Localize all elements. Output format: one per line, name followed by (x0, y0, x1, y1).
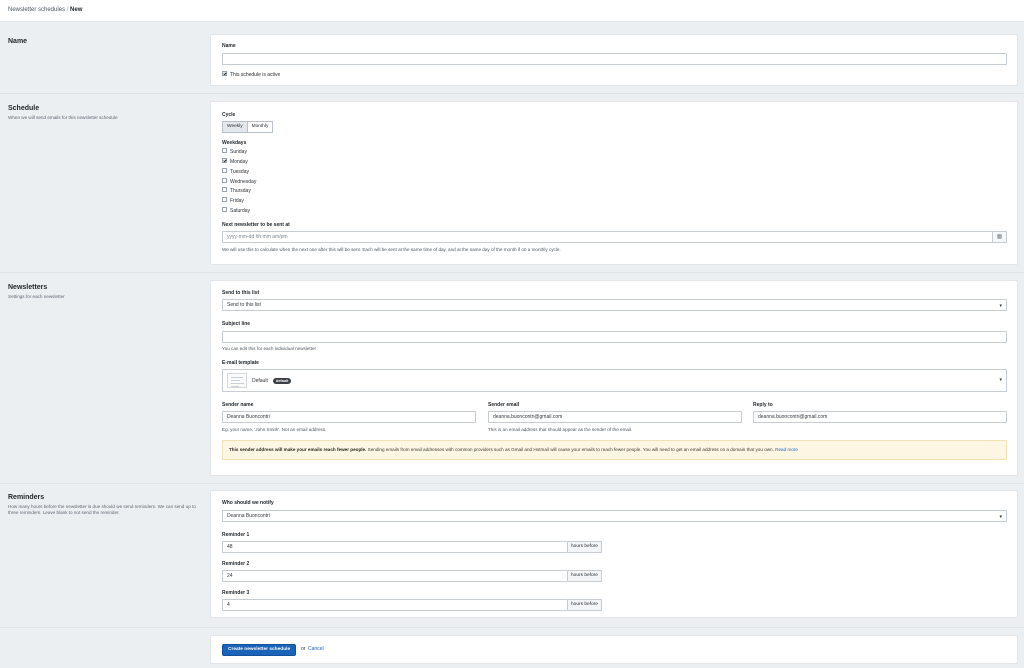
weekday-friday[interactable]: Friday (222, 197, 244, 204)
template-thumbnail (227, 373, 247, 388)
weekday-label: Wednesday (230, 179, 257, 185)
weekday-thursday[interactable]: Thursday (222, 187, 251, 194)
actions-card: Create newsletter schedule or Cancel (210, 635, 1018, 664)
weekday-label: Tuesday (230, 169, 249, 175)
reminder-2-label: Reminder 2 (222, 561, 250, 567)
breadcrumb-separator: / (66, 7, 69, 13)
template-default-badge: default (273, 378, 292, 384)
breadcrumb-parent-link[interactable]: Newsletter schedules (8, 7, 65, 13)
sender-email-input[interactable]: deanna.buoncontri@gmail.com (488, 411, 742, 423)
weekday-checkbox[interactable] (222, 168, 227, 174)
weekday-checkbox[interactable] (222, 178, 227, 184)
reminder-3-unit: hours before (568, 599, 602, 611)
sender-name-help: Eg. your name, 'John Smith'. Not an emai… (222, 427, 327, 432)
sender-warning-banner: This sender address will make your email… (222, 440, 1007, 460)
reminder-2-unit: hours before (568, 570, 602, 582)
reminder-3-label: Reminder 3 (222, 590, 250, 596)
section-divider (0, 483, 1024, 484)
cycle-monthly-button[interactable]: Monthly (247, 121, 274, 133)
sender-email-label: Sender email (488, 402, 520, 408)
subject-help: You can edit this for each individual ne… (222, 346, 317, 351)
schedule-card: Cycle Weekly Monthly Weekdays Sunday Mon… (210, 101, 1018, 265)
weekday-wednesday[interactable]: Wednesday (222, 178, 257, 185)
name-card: Name This schedule is active (210, 34, 1018, 86)
weekday-sunday[interactable]: Sunday (222, 148, 247, 155)
template-name: Default (252, 378, 268, 384)
newsletters-section-description: Settings for each newsletter (8, 294, 65, 299)
breadcrumb: Newsletter schedules / New (8, 7, 82, 13)
name-section-title: Name (8, 38, 28, 45)
template-label: E-mail template (222, 360, 259, 366)
notify-label: Who should we notify (222, 500, 274, 506)
reply-to-input[interactable]: deanna.buoncontri@gmail.com (753, 411, 1007, 423)
weekday-label: Friday (230, 198, 244, 204)
name-input[interactable] (222, 53, 1007, 65)
weekday-checkbox[interactable] (222, 158, 227, 164)
weekday-label: Saturday (230, 208, 251, 214)
or-text: or (301, 646, 306, 652)
send-list-selected-value: Send to this list (227, 302, 261, 308)
active-checkbox-row[interactable]: This schedule is active (222, 71, 281, 78)
weekday-label: Sunday (230, 149, 247, 155)
reminder-2-input[interactable]: 24 (222, 570, 568, 582)
create-schedule-button[interactable]: Create newsletter schedule (222, 644, 297, 656)
weekday-checkbox[interactable] (222, 148, 227, 154)
weekday-checkbox[interactable] (222, 187, 227, 193)
breadcrumb-current: New (70, 7, 83, 13)
cycle-weekly-button[interactable]: Weekly (222, 121, 248, 133)
section-divider (0, 272, 1024, 273)
notify-selected-value: Deanna Buoncontri (227, 513, 270, 519)
chevron-down-icon: ▾ (999, 303, 1002, 309)
weekday-saturday[interactable]: Saturday (222, 207, 251, 214)
reminder-1-input[interactable]: 48 (222, 541, 568, 553)
warning-text: Sending emails from email addresses with… (366, 447, 776, 452)
next-send-datetime-input[interactable]: yyyy-mm-dd hh:mm am/pm ▦ (222, 231, 1007, 243)
newsletters-section-title: Newsletters (8, 284, 48, 291)
sender-name-input[interactable]: Deanna Buoncontri (222, 411, 476, 423)
weekday-monday[interactable]: Monday (222, 158, 248, 165)
notify-select[interactable]: Deanna Buoncontri ▾ (222, 510, 1007, 522)
newsletters-card: Send to this list Send to this list ▾ Su… (210, 280, 1018, 476)
active-checkbox[interactable] (222, 71, 227, 77)
sender-email-help: This is an email address that should app… (488, 427, 633, 432)
subject-label: Subject line (222, 321, 251, 327)
schedule-section-title: Schedule (8, 105, 40, 112)
calendar-icon[interactable]: ▦ (992, 232, 1006, 242)
next-send-help: We will use this to calculate when the n… (222, 247, 561, 252)
next-send-label: Next newsletter to be sent at (222, 222, 290, 228)
reminder-1-unit: hours before (568, 541, 602, 553)
sender-name-label: Sender name (222, 402, 254, 408)
name-label: Name (222, 43, 236, 49)
cycle-label: Cycle (222, 112, 236, 118)
reminders-card: Who should we notify Deanna Buoncontri ▾… (210, 490, 1018, 618)
weekdays-label: Weekdays (222, 140, 247, 146)
active-checkbox-label: This schedule is active (230, 72, 281, 78)
send-list-label: Send to this list (222, 290, 260, 296)
weekday-label: Monday (230, 159, 248, 165)
cancel-link[interactable]: Cancel (308, 646, 324, 652)
section-divider (0, 627, 1024, 628)
warning-bold-text: This sender address will make your email… (229, 447, 367, 452)
reminder-3-input[interactable]: 4 (222, 599, 568, 611)
weekday-checkbox[interactable] (222, 197, 227, 203)
send-list-select[interactable]: Send to this list ▾ (222, 299, 1007, 311)
reminder-1-label: Reminder 1 (222, 532, 250, 538)
weekday-label: Thursday (230, 188, 251, 194)
chevron-down-icon: ▾ (999, 377, 1002, 383)
section-divider (0, 93, 1024, 94)
top-bar: Newsletter schedules / New (0, 0, 1024, 22)
reminders-section-description: How many hours before the newsletter is … (8, 504, 196, 515)
next-send-placeholder: yyyy-mm-dd hh:mm am/pm (227, 234, 288, 240)
reminders-section-title: Reminders (8, 494, 45, 501)
reply-to-label: Reply to (753, 402, 773, 408)
weekday-tuesday[interactable]: Tuesday (222, 168, 249, 175)
chevron-down-icon: ▾ (999, 514, 1002, 520)
template-select[interactable]: Default default ▾ (222, 369, 1007, 392)
read-more-link[interactable]: Read more (775, 447, 798, 452)
weekday-checkbox[interactable] (222, 207, 227, 213)
schedule-section-description: When we will send emails for this newsle… (8, 115, 118, 120)
subject-input[interactable] (222, 331, 1007, 343)
cycle-toggle-group: Weekly Monthly (222, 121, 274, 133)
